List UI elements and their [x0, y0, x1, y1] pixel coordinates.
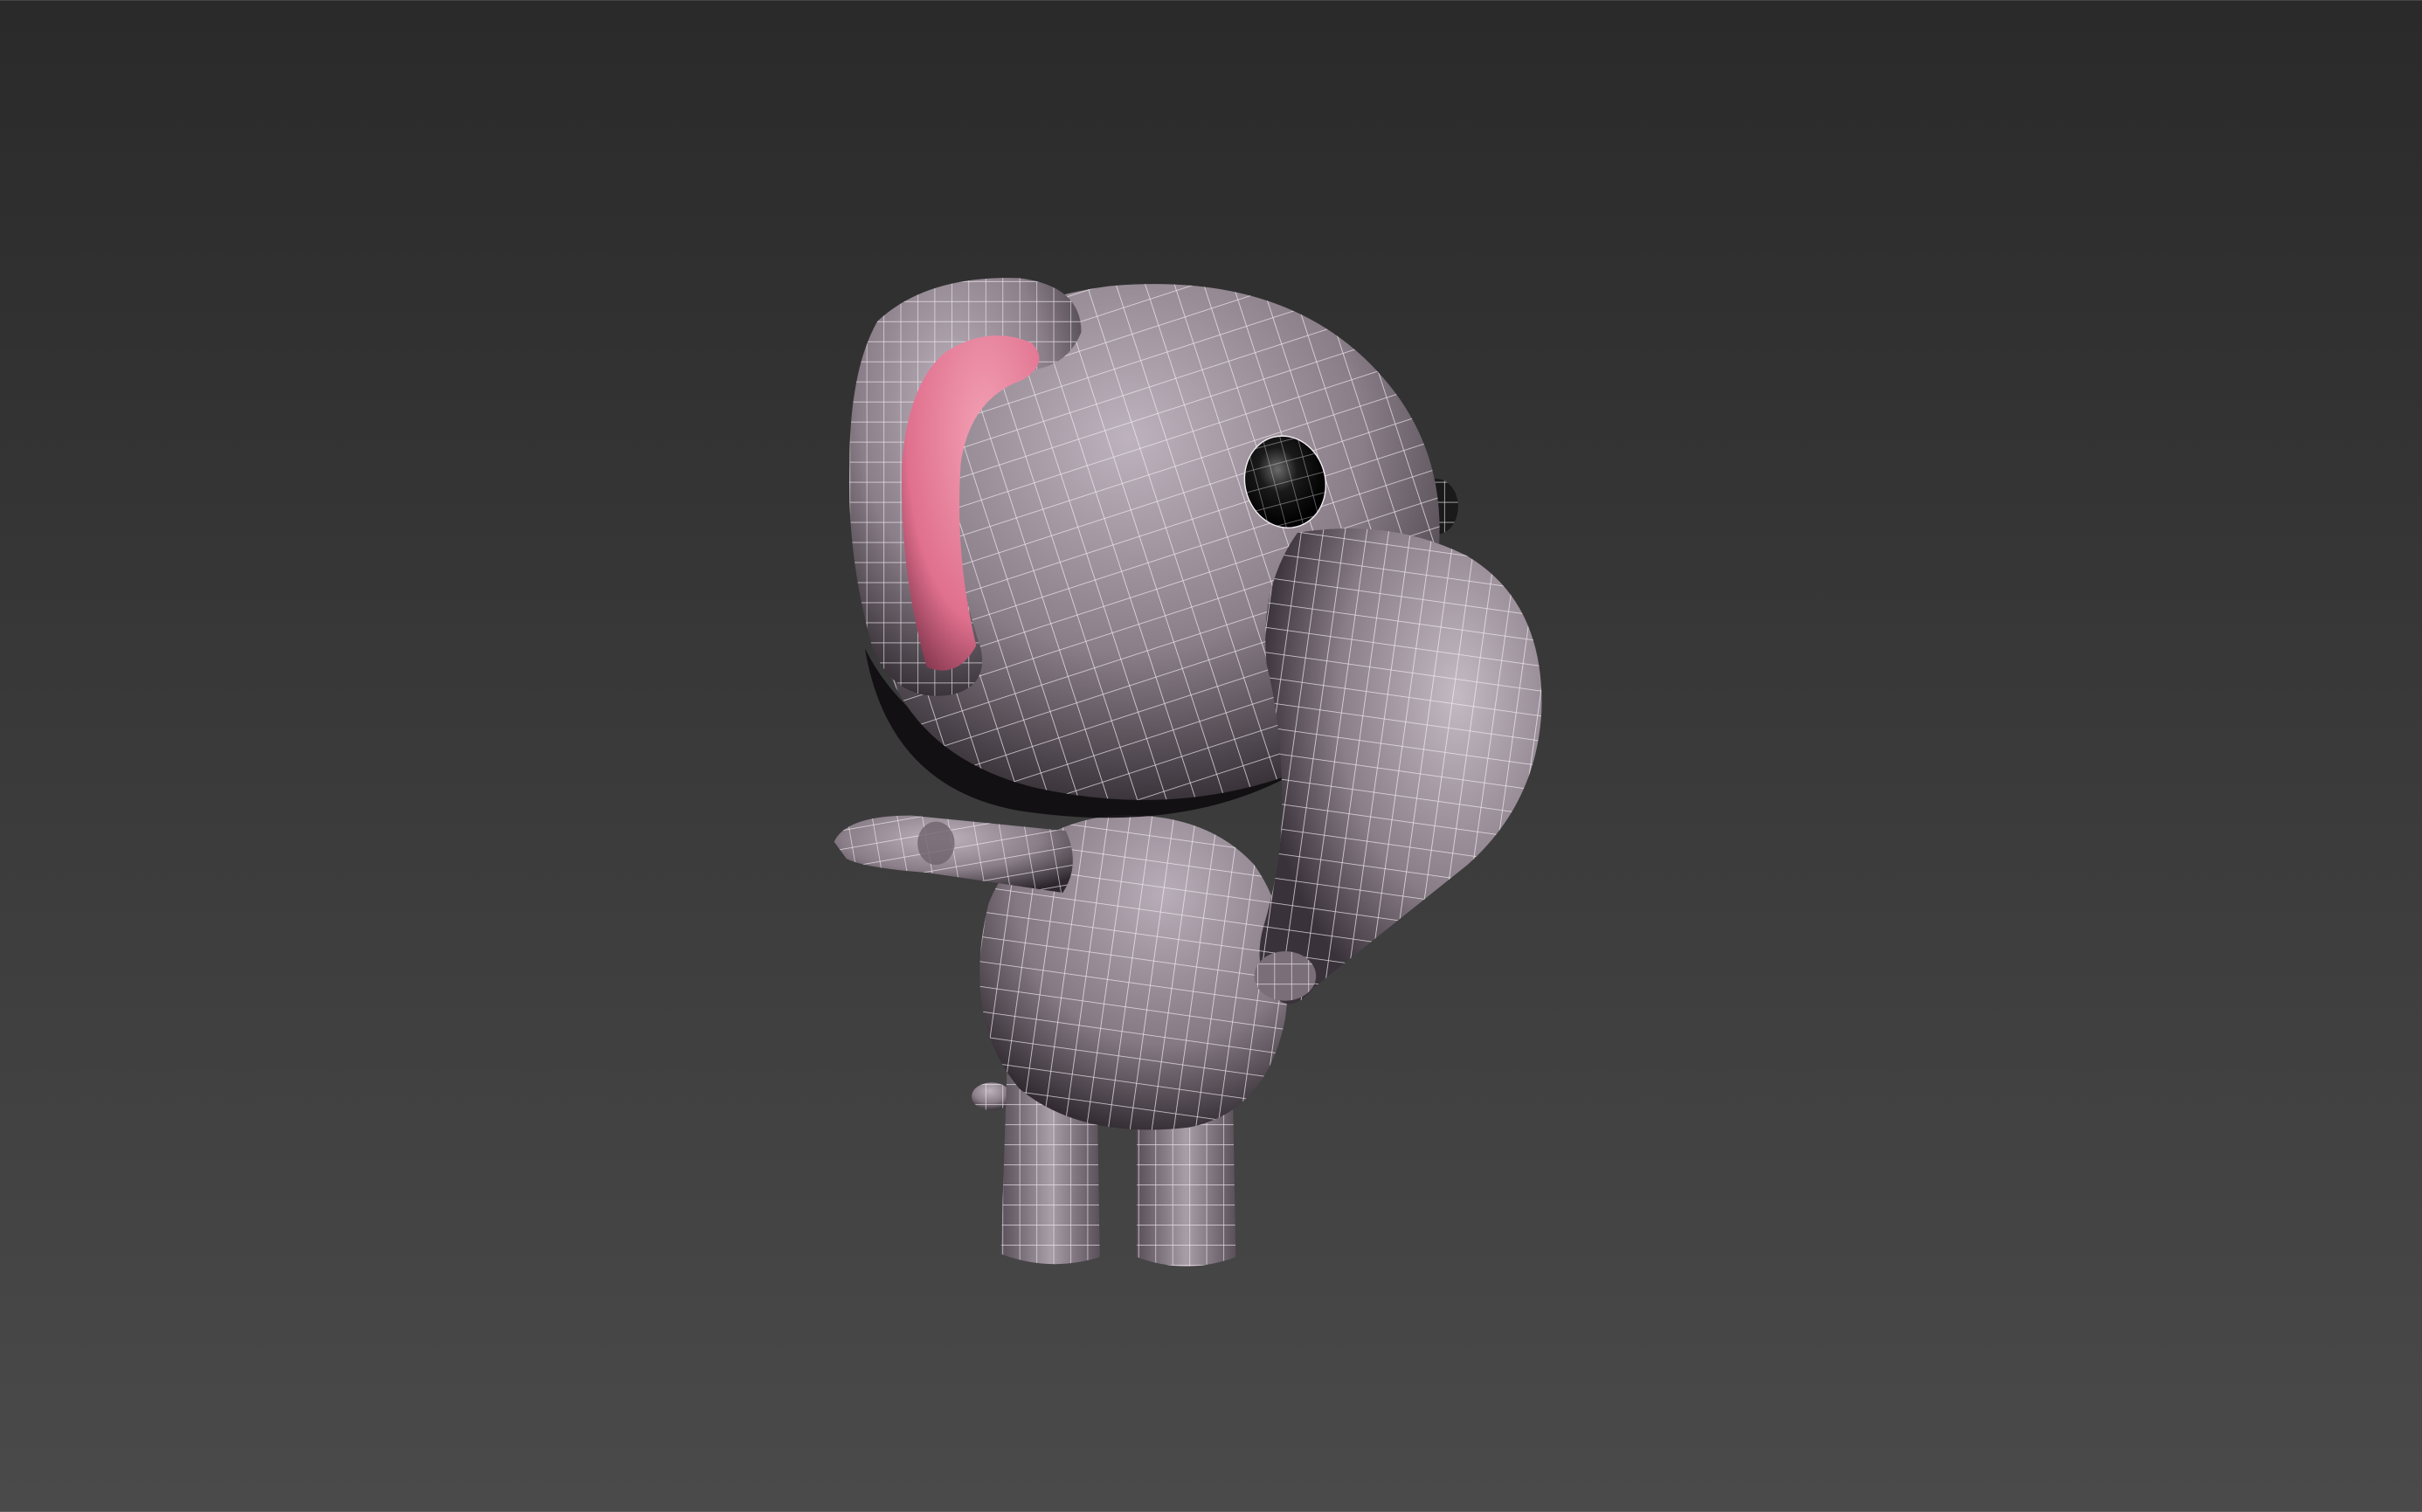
3d-viewport[interactable] [0, 0, 2422, 1512]
viewport-render[interactable] [0, 0, 2422, 1512]
tail [971, 1082, 1012, 1111]
